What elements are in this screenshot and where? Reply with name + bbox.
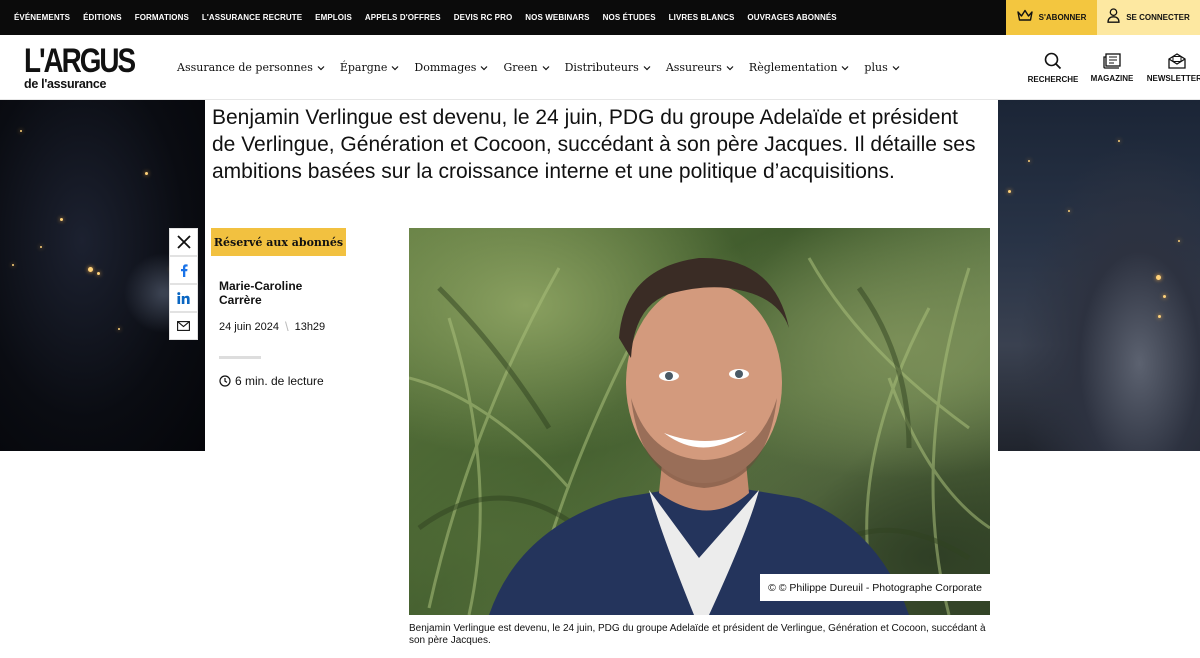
crown-icon — [1016, 9, 1033, 27]
background-earth-right — [998, 100, 1200, 451]
top-link-ouvrages-abonnes[interactable]: OUVRAGES ABONNÉS — [747, 13, 836, 22]
user-icon — [1107, 7, 1120, 28]
nav-label: Green — [503, 61, 538, 74]
top-link-appels-offres[interactable]: APPELS D'OFFRES — [365, 13, 441, 22]
nav-item-assureurs[interactable]: Assureurs — [666, 61, 734, 74]
top-link-livres-blancs[interactable]: LIVRES BLANCS — [669, 13, 735, 22]
nav-label: Épargne — [339, 61, 388, 74]
header-tools: RECHERCHE MAGAZINE NEWSLETTERS — [1026, 35, 1200, 100]
magazine-label: MAGAZINE — [1090, 73, 1134, 83]
top-links: ÉVÉNEMENTS ÉDITIONS FORMATIONS L'ASSURAN… — [14, 0, 850, 35]
author-name[interactable]: Marie-Caroline Carrère — [219, 279, 339, 307]
photo-credit: © © Philippe Dureuil - Photographe Corpo… — [760, 574, 990, 601]
chevron-down-icon — [892, 65, 900, 70]
portrait-illustration — [409, 257, 990, 615]
article-lede: Benjamin Verlingue est devenu, le 24 jui… — [212, 106, 976, 183]
date-separator: \ — [284, 319, 289, 334]
chevron-down-icon — [643, 65, 651, 70]
chevron-down-icon — [391, 65, 399, 70]
chevron-down-icon — [317, 65, 325, 70]
nav-item-distributeurs[interactable]: Distributeurs — [565, 61, 651, 74]
nav-item-dommages[interactable]: Dommages — [414, 61, 488, 74]
article-date: 24 juin 2024 — [219, 320, 279, 333]
chevron-down-icon — [841, 65, 849, 70]
facebook-icon — [180, 263, 188, 277]
nav-label: Assureurs — [665, 61, 722, 74]
subscribe-label: S'ABONNER — [1038, 13, 1087, 22]
top-bar: ÉVÉNEMENTS ÉDITIONS FORMATIONS L'ASSURAN… — [0, 0, 1200, 35]
top-link-formations[interactable]: FORMATIONS — [135, 13, 189, 22]
chevron-down-icon — [542, 65, 550, 70]
share-email-button[interactable] — [169, 312, 198, 340]
top-link-editions[interactable]: ÉDITIONS — [83, 13, 122, 22]
top-link-etudes[interactable]: NOS ÉTUDES — [603, 13, 656, 22]
nav-label: Dommages — [414, 61, 477, 74]
nav-label: Assurance de personnes — [177, 61, 313, 74]
article-dateline: 24 juin 2024 \ 13h29 — [219, 319, 325, 334]
share-bar — [169, 228, 198, 340]
x-icon — [176, 235, 191, 249]
share-linkedin-button[interactable] — [169, 284, 198, 312]
share-x-button[interactable] — [169, 228, 198, 256]
magazine-icon — [1103, 52, 1121, 69]
nav-item-plus[interactable]: plus — [864, 61, 900, 74]
read-time: 6 min. de lecture — [219, 374, 324, 388]
site-header: L'ARGUS de l'assurance Assurance de pers… — [0, 35, 1200, 100]
chevron-down-icon — [726, 65, 734, 70]
subscribe-button[interactable]: S'ABONNER — [1006, 0, 1097, 35]
nav-item-epargne[interactable]: Épargne — [340, 61, 400, 74]
clock-icon — [219, 375, 231, 387]
nav-label: plus — [864, 61, 888, 74]
newsletter-icon — [1168, 52, 1186, 69]
newsletters-label: NEWSLETTERS — [1146, 73, 1200, 83]
search-button[interactable]: RECHERCHE — [1026, 35, 1080, 100]
subscriber-only-badge: Réservé aux abonnés — [211, 228, 346, 256]
top-link-evenements[interactable]: ÉVÉNEMENTS — [14, 13, 70, 22]
email-icon — [177, 321, 190, 331]
connect-button[interactable]: SE CONNECTER — [1097, 0, 1200, 35]
site-logo[interactable]: L'ARGUS de l'assurance — [24, 42, 136, 92]
top-link-devis-rc-pro[interactable]: DEVIS RC PRO — [454, 13, 513, 22]
main-nav: Assurance de personnes Épargne Dommages … — [177, 35, 915, 100]
top-link-emplois[interactable]: EMPLOIS — [315, 13, 352, 22]
photo-caption: Benjamin Verlingue est devenu, le 24 jui… — [409, 623, 986, 646]
search-icon — [1044, 52, 1062, 69]
nav-item-green[interactable]: Green — [503, 61, 550, 74]
read-time-label: 6 min. de lecture — [235, 374, 324, 388]
top-link-recrute[interactable]: L'ASSURANCE RECRUTE — [202, 13, 302, 22]
connect-label: SE CONNECTER — [1126, 13, 1190, 22]
nav-label: Règlementation — [748, 61, 838, 74]
chevron-down-icon — [481, 65, 488, 70]
nav-label: Distributeurs — [564, 61, 639, 74]
top-link-webinars[interactable]: NOS WEBINARS — [525, 13, 589, 22]
share-facebook-button[interactable] — [169, 256, 198, 284]
search-label: RECHERCHE — [1027, 74, 1079, 84]
newsletters-button[interactable]: NEWSLETTERS — [1146, 35, 1200, 100]
linkedin-icon — [177, 292, 190, 304]
nav-item-assurance-personnes[interactable]: Assurance de personnes — [177, 61, 325, 74]
article-time: 13h29 — [294, 320, 326, 333]
article-photo: © © Philippe Dureuil - Photographe Corpo… — [409, 228, 990, 615]
logo-line-1: L'ARGUS — [24, 42, 136, 80]
nav-item-reglementation[interactable]: Règlementation — [749, 61, 850, 74]
magazine-button[interactable]: MAGAZINE — [1084, 35, 1140, 100]
divider — [219, 356, 261, 359]
